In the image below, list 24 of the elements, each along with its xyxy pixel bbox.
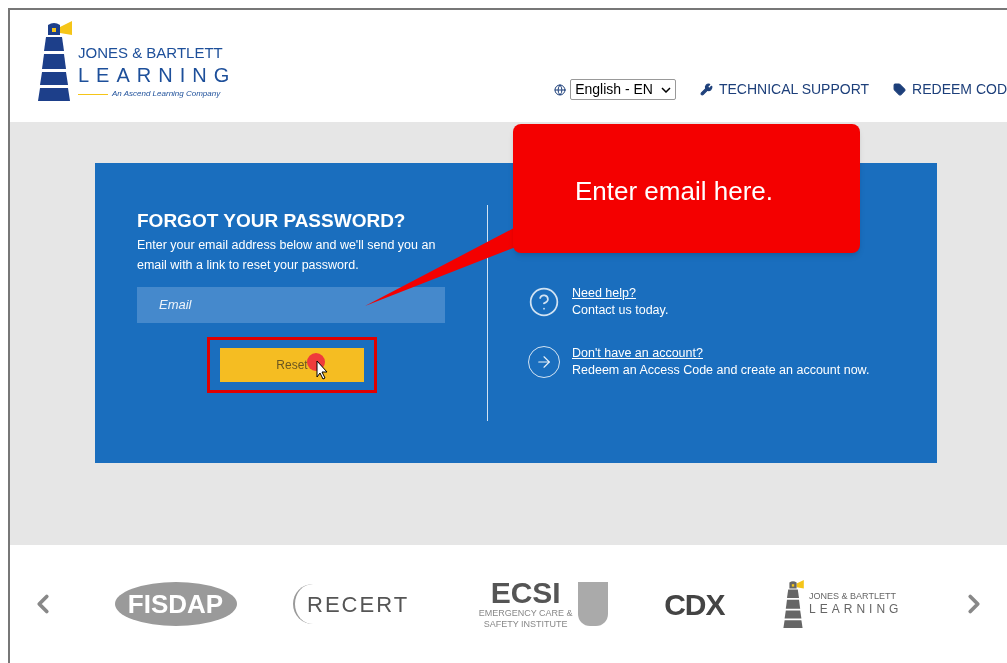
callout-bubble: Enter email here. bbox=[513, 124, 860, 253]
question-circle-icon bbox=[528, 286, 560, 318]
partner-logo: RECERT bbox=[293, 584, 422, 624]
lighthouse-icon bbox=[781, 579, 806, 629]
panel-description: Enter your email address below and we'll send you an email with a link to reset your password. bbox=[137, 236, 437, 274]
partner-logo: JONES & BARTLETT LEARNING bbox=[781, 579, 903, 629]
wrench-icon bbox=[699, 83, 713, 96]
tag-icon bbox=[893, 83, 907, 96]
partner-logo: ECSI EMERGENCY CARE & SAFETY INSTITUTE bbox=[477, 577, 608, 631]
help-link[interactable]: Don't have an account? bbox=[572, 345, 870, 362]
help-text: Redeem an Access Code and create an account now. bbox=[572, 362, 870, 379]
dropdown-caret-icon bbox=[660, 86, 671, 93]
panel-title: FORGOT YOUR PASSWORD? bbox=[137, 209, 407, 233]
reset-button[interactable]: Reset bbox=[220, 347, 364, 382]
globe-icon bbox=[554, 83, 567, 96]
nav-link[interactable]: TECHNICAL SUPPORT bbox=[699, 79, 870, 100]
company-logo[interactable]: JONES & BARTLETT LEARNING An Ascend Learning Company bbox=[34, 20, 237, 102]
help-link[interactable]: Need help? bbox=[572, 285, 669, 302]
email-field[interactable]: Email bbox=[137, 286, 445, 323]
partner-logo: FISDAP bbox=[114, 582, 237, 626]
language-select[interactable]: English - EN bbox=[570, 79, 676, 100]
help-text: Contact us today. bbox=[572, 302, 669, 319]
partner-logo: CDX bbox=[664, 586, 725, 623]
nav-link[interactable]: REDEEM COD bbox=[893, 79, 1007, 100]
